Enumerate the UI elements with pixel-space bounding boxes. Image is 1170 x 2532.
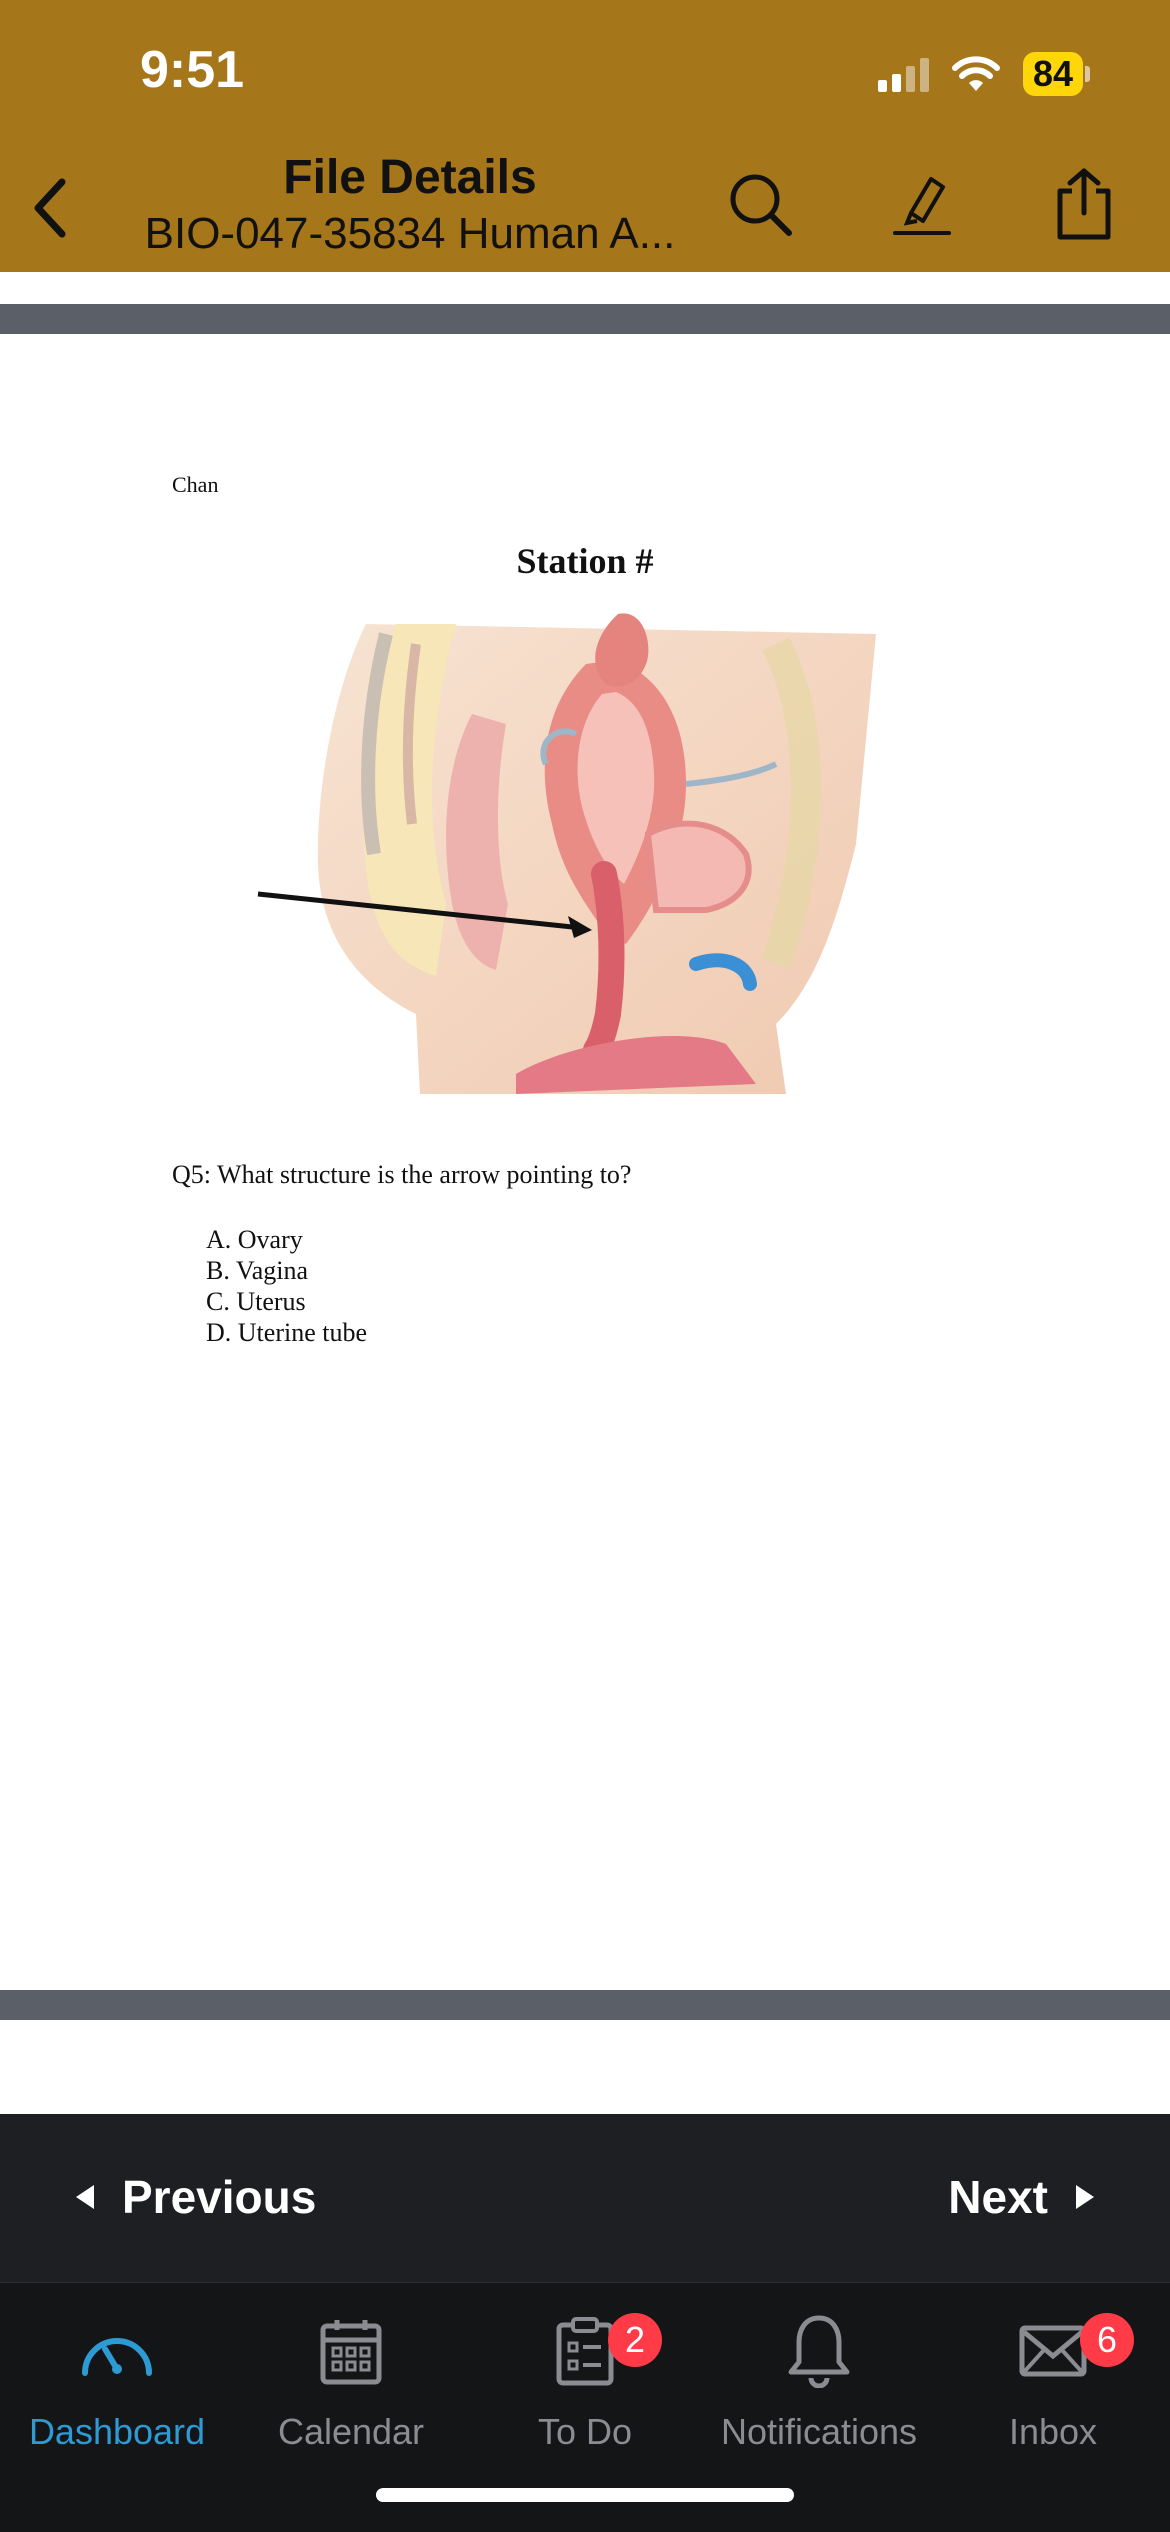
battery-icon: 84 — [1022, 52, 1090, 96]
battery-level: 84 — [1022, 52, 1083, 96]
answer-options: A. Ovary B. Vagina C. Uterus D. Uterine … — [206, 1224, 367, 1348]
tab-inbox[interactable]: 6 Inbox — [936, 2301, 1170, 2453]
document-page[interactable]: Chan Station # Q5: What structure is the… — [0, 334, 1170, 1990]
document-top-divider — [0, 304, 1170, 334]
tab-label: Calendar — [277, 2411, 425, 2452]
title-block: File Details BIO-047-35834 Human A... — [140, 150, 680, 259]
search-icon — [730, 174, 792, 236]
triangle-right-icon — [1076, 2185, 1094, 2209]
search-button[interactable] — [720, 164, 800, 244]
option-c: C. Uterus — [206, 1287, 306, 1316]
tab-label: Inbox — [1008, 2411, 1098, 2452]
status-time: 9:51 — [140, 41, 245, 99]
share-icon — [1057, 168, 1111, 240]
cellular-signal-icon — [877, 56, 929, 92]
pager-bar: Previous Next — [0, 2114, 1170, 2282]
previous-button[interactable]: Previous — [76, 2170, 316, 2224]
previous-label: Previous — [122, 2171, 317, 2223]
inbox-icon — [1019, 2325, 1087, 2377]
station-heading: Station # — [516, 541, 654, 581]
tab-dashboard[interactable]: Dashboard — [0, 2301, 234, 2453]
inbox-badge: 6 — [1080, 2313, 1134, 2367]
page-title: File Details — [283, 151, 537, 204]
student-name: Chan — [172, 472, 219, 497]
page-subtitle: BIO-047-35834 Human A... — [144, 209, 676, 258]
question-text: Q5: What structure is the arrow pointing… — [172, 1160, 632, 1189]
home-indicator — [376, 2488, 794, 2502]
wifi-icon — [951, 56, 1000, 91]
status-icons: 84 — [877, 52, 1090, 96]
highlighter-icon — [893, 177, 951, 235]
next-label: Next — [948, 2171, 1048, 2223]
option-d: D. Uterine tube — [206, 1318, 368, 1347]
todo-badge: 2 — [608, 2313, 662, 2367]
share-button[interactable] — [1044, 164, 1124, 244]
next-button[interactable]: Next — [948, 2170, 1094, 2224]
tab-todo[interactable]: 2 To Do — [468, 2301, 702, 2453]
calendar-icon — [320, 2320, 382, 2385]
bell-icon — [788, 2315, 850, 2388]
option-a: A. Ovary — [206, 1225, 303, 1254]
tab-notifications[interactable]: Notifications — [702, 2301, 936, 2453]
triangle-left-icon — [76, 2185, 94, 2209]
todo-icon — [556, 2317, 614, 2386]
tab-label: Notifications — [720, 2411, 918, 2452]
annotate-button[interactable] — [882, 164, 962, 244]
back-button[interactable] — [20, 168, 80, 248]
tab-label: To Do — [537, 2411, 633, 2452]
chevron-left-icon — [34, 178, 66, 238]
anatomy-figure — [257, 613, 876, 1094]
document-bottom-divider — [0, 1990, 1170, 2020]
dashboard-icon — [82, 2338, 152, 2376]
app-header: 9:51 84 File Details BIO-047-35834 Human… — [0, 0, 1170, 272]
tab-calendar[interactable]: Calendar — [234, 2301, 468, 2453]
tab-label: Dashboard — [28, 2411, 206, 2452]
option-b: B. Vagina — [206, 1256, 309, 1285]
